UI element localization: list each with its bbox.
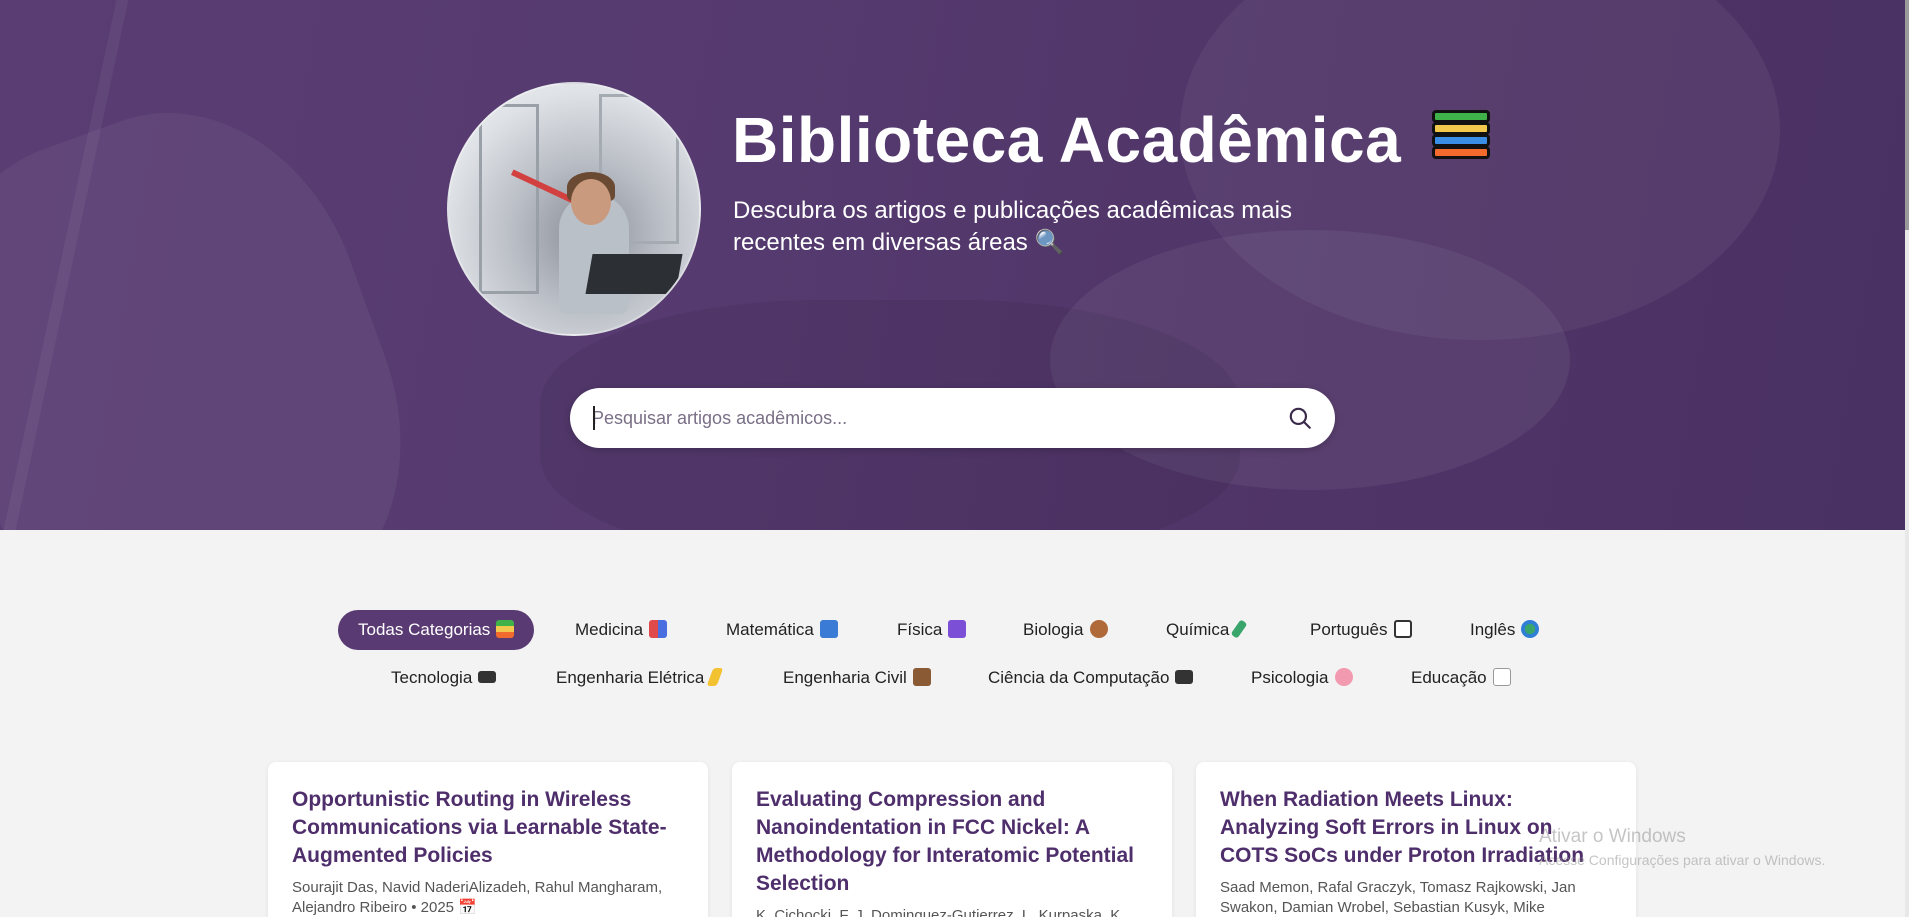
text-caret [593,406,595,430]
category-label: Medicina [575,620,644,639]
category-label: Biologia [1023,620,1084,639]
category-biologia[interactable]: Biologia [1003,610,1128,650]
page-title-text: Biblioteca Acadêmica [732,104,1402,176]
scrollbar-thumb[interactable] [1905,0,1909,230]
category-matematica[interactable]: Matemática [706,610,858,650]
building-icon [912,667,931,686]
category-engenharia-civil[interactable]: Engenharia Civil [763,658,951,698]
memo-icon [1492,667,1511,686]
category-tecnologia[interactable]: Tecnologia [371,658,516,698]
search-bar [570,388,1335,448]
article-card[interactable]: Opportunistic Routing in Wireless Commun… [268,762,708,917]
category-educacao[interactable]: Educação [1391,658,1531,698]
researcher-head [571,179,611,225]
category-label: Educação [1411,668,1487,687]
search-input[interactable] [592,402,1272,434]
category-quimica[interactable]: Química [1146,610,1263,650]
article-meta: Saad Memon, Rafal Graczyk, Tomasz Rajkow… [1220,879,1576,916]
lightning-icon [707,667,724,686]
atom-icon [948,619,967,638]
hero-banner: Biblioteca Acadêmica Descubra os artigos… [0,0,1905,530]
category-label: Inglês [1470,620,1516,639]
dna-icon [1089,619,1108,638]
category-fisica[interactable]: Física [877,610,986,650]
category-label: Matemática [726,620,814,639]
category-psicologia[interactable]: Psicologia [1231,658,1373,698]
hero-image [447,82,701,336]
category-label: Engenharia Elétrica [556,668,705,687]
category-label: Todas Categorias [358,620,491,639]
article-meta: Sourajit Das, Navid NaderiAlizadeh, Rahu… [292,879,663,916]
desktop-icon [1175,669,1194,684]
category-portugues[interactable]: Português [1290,610,1432,650]
article-title[interactable]: Opportunistic Routing in Wireless Commun… [292,786,684,870]
globe-icon [1521,619,1540,638]
article-card[interactable]: Evaluating Compression and Nanoindentati… [732,762,1172,917]
page-title: Biblioteca Acadêmica [732,103,1492,177]
category-all[interactable]: Todas Categorias [338,610,535,650]
books-icon [496,619,515,638]
category-label: Engenharia Civil [783,668,907,687]
test-tube-icon [1230,618,1248,639]
category-label: Química [1166,620,1230,639]
book-icon [1393,619,1412,638]
lab-equipment [479,104,539,294]
hero-subtitle: Descubra os artigos e publicações acadêm… [733,197,1292,256]
brain-icon [1334,667,1353,686]
category-ciencia-computacao[interactable]: Ciência da Computação [968,658,1213,698]
books-icon [1431,110,1492,168]
category-label: Psicologia [1251,668,1329,687]
search-icon[interactable] [1287,405,1313,431]
article-meta: K. Cichocki, F. J. Dominguez-Gutierrez, … [756,907,1125,917]
category-label: Tecnologia [391,668,473,687]
category-engenharia-eletrica[interactable]: Engenharia Elétrica [536,658,740,698]
background-blur [0,63,457,530]
laptop-icon [478,670,497,683]
category-medicina[interactable]: Medicina [555,610,687,650]
article-title[interactable]: Evaluating Compression and Nanoindentati… [756,786,1148,898]
category-label: Física [897,620,943,639]
category-label: Ciência da Computação [988,668,1170,687]
medicine-icon [649,619,668,638]
activation-watermark-text: Acesse Configurações para ativar o Windo… [1539,852,1826,868]
numbers-icon [819,619,838,638]
category-label: Português [1310,620,1388,639]
activation-watermark-title: Ativar o Windows [1539,826,1686,847]
laptop [585,254,683,294]
category-ingles[interactable]: Inglês [1450,610,1559,650]
